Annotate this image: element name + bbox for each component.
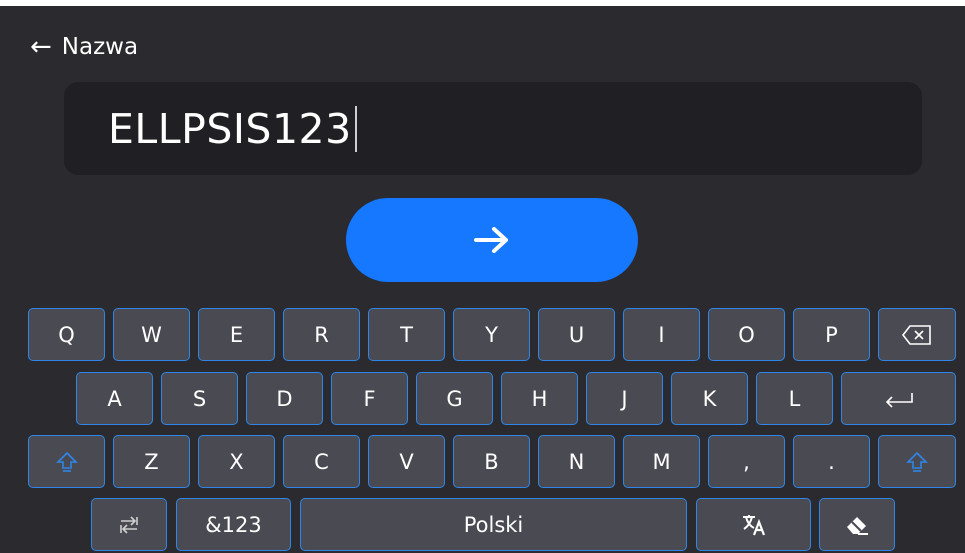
key-d[interactable]: D: [246, 372, 323, 425]
eraser-icon: [847, 516, 868, 535]
backspace-key[interactable]: [878, 308, 956, 361]
name-input[interactable]: ELLPSIS123: [64, 82, 922, 175]
key-period[interactable]: .: [793, 435, 870, 488]
space-key[interactable]: Polski: [300, 498, 687, 551]
key-b[interactable]: B: [453, 435, 530, 488]
key-l[interactable]: L: [756, 372, 833, 425]
header: ← Nazwa: [30, 30, 138, 64]
key-o[interactable]: O: [708, 308, 785, 361]
key-f[interactable]: F: [331, 372, 408, 425]
key-m[interactable]: M: [623, 435, 700, 488]
key-x[interactable]: X: [198, 435, 275, 488]
key-r[interactable]: R: [283, 308, 360, 361]
key-comma[interactable]: ,: [708, 435, 785, 488]
shift-icon: [906, 451, 928, 472]
key-q[interactable]: Q: [28, 308, 105, 361]
key-k[interactable]: K: [671, 372, 748, 425]
key-a[interactable]: A: [76, 372, 153, 425]
switch-keyboard-key[interactable]: [91, 498, 167, 551]
top-edge: [0, 0, 965, 6]
key-s[interactable]: S: [161, 372, 238, 425]
translate-icon: [742, 514, 765, 535]
switch-keyboard-icon: [120, 515, 138, 534]
shift-icon: [55, 451, 78, 472]
key-y[interactable]: Y: [453, 308, 530, 361]
name-input-value: ELLPSIS123: [108, 104, 352, 153]
key-g[interactable]: G: [416, 372, 493, 425]
back-arrow-icon[interactable]: ←: [30, 34, 52, 60]
enter-icon: [885, 392, 913, 408]
shift-key-right[interactable]: [878, 435, 956, 488]
key-i[interactable]: I: [623, 308, 700, 361]
key-w[interactable]: W: [113, 308, 190, 361]
key-c[interactable]: C: [283, 435, 360, 488]
enter-key[interactable]: [841, 372, 956, 425]
key-e[interactable]: E: [198, 308, 275, 361]
key-p[interactable]: P: [793, 308, 870, 361]
page-title: Nazwa: [61, 34, 139, 60]
key-t[interactable]: T: [368, 308, 445, 361]
key-v[interactable]: V: [368, 435, 445, 488]
key-j[interactable]: J: [586, 372, 663, 425]
key-h[interactable]: H: [501, 372, 578, 425]
clear-key[interactable]: [819, 498, 895, 551]
confirm-button[interactable]: [346, 198, 638, 282]
shift-key-left[interactable]: [28, 435, 105, 488]
translate-key[interactable]: [696, 498, 811, 551]
key-u[interactable]: U: [538, 308, 615, 361]
text-caret: [354, 105, 357, 152]
symbols-key[interactable]: &123: [176, 498, 291, 551]
arrow-right-icon: [474, 227, 508, 253]
key-n[interactable]: N: [538, 435, 615, 488]
backspace-icon: [901, 324, 931, 345]
key-z[interactable]: Z: [113, 435, 190, 488]
